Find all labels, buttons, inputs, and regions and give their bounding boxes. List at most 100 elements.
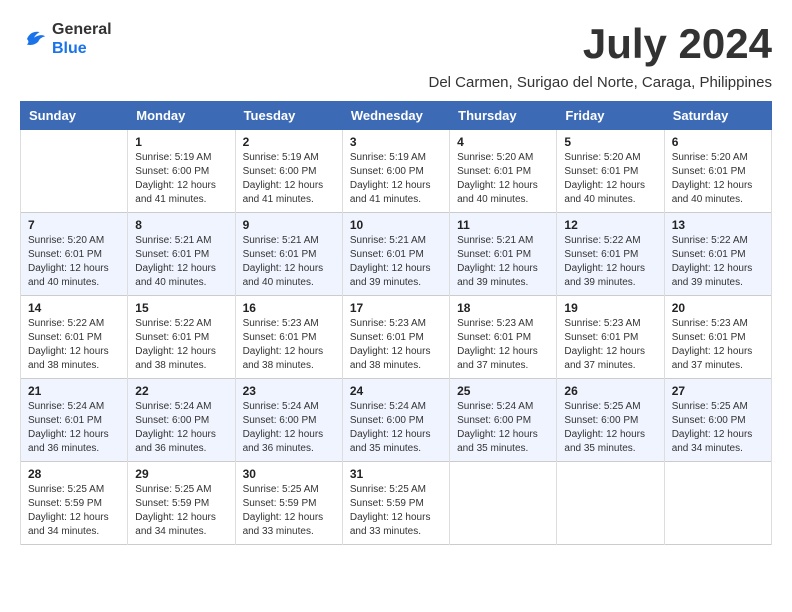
day-info: Sunrise: 5:19 AMSunset: 6:00 PMDaylight:… [350, 151, 442, 207]
calendar-cell [21, 130, 128, 213]
calendar-cell: 15 Sunrise: 5:22 AMSunset: 6:01 PMDayligh… [128, 296, 235, 379]
day-number: 10 [350, 218, 442, 232]
calendar-cell: 27 Sunrise: 5:25 AMSunset: 6:00 PMDayligh… [664, 379, 771, 462]
month-year-title: July 2024 [583, 20, 772, 68]
day-number: 27 [672, 384, 764, 398]
col-header-monday: Monday [128, 102, 235, 130]
day-info: Sunrise: 5:23 AMSunset: 6:01 PMDaylight:… [457, 317, 549, 373]
calendar-header-row: SundayMondayTuesdayWednesdayThursdayFrid… [21, 102, 772, 130]
header: General Blue July 2024 [20, 20, 772, 68]
day-info: Sunrise: 5:24 AMSunset: 6:00 PMDaylight:… [350, 400, 442, 456]
day-number: 8 [135, 218, 227, 232]
day-info: Sunrise: 5:21 AMSunset: 6:01 PMDaylight:… [457, 234, 549, 290]
calendar-cell: 31 Sunrise: 5:25 AMSunset: 5:59 PMDayligh… [342, 462, 449, 545]
calendar-cell: 14 Sunrise: 5:22 AMSunset: 6:01 PMDayligh… [21, 296, 128, 379]
day-number: 5 [564, 135, 656, 149]
calendar-cell: 23Sunrise: 5:24 AMSunset: 6:00 PMDayligh… [235, 379, 342, 462]
calendar-cell: 16Sunrise: 5:23 AMSunset: 6:01 PMDayligh… [235, 296, 342, 379]
day-info: Sunrise: 5:22 AMSunset: 6:01 PMDaylight:… [135, 317, 227, 373]
calendar-cell [557, 462, 664, 545]
day-number: 29 [135, 467, 227, 481]
day-number: 3 [350, 135, 442, 149]
logo-icon [20, 25, 48, 53]
day-number: 2 [243, 135, 335, 149]
calendar-cell: 8 Sunrise: 5:21 AMSunset: 6:01 PMDaylight… [128, 213, 235, 296]
col-header-friday: Friday [557, 102, 664, 130]
day-number: 28 [28, 467, 120, 481]
col-header-saturday: Saturday [664, 102, 771, 130]
col-header-sunday: Sunday [21, 102, 128, 130]
day-number: 30 [243, 467, 335, 481]
calendar-cell: 6Sunrise: 5:20 AMSunset: 6:01 PMDaylight… [664, 130, 771, 213]
calendar-cell: 21Sunrise: 5:24 AMSunset: 6:01 PMDayligh… [21, 379, 128, 462]
calendar-cell [450, 462, 557, 545]
day-info: Sunrise: 5:25 AMSunset: 5:59 PMDaylight:… [135, 483, 227, 539]
calendar-cell: 1Sunrise: 5:19 AMSunset: 6:00 PMDaylight… [128, 130, 235, 213]
calendar-table: SundayMondayTuesdayWednesdayThursdayFrid… [20, 101, 772, 545]
day-number: 14 [28, 301, 120, 315]
day-info: Sunrise: 5:23 AMSunset: 6:01 PMDaylight:… [243, 317, 335, 373]
calendar-cell: 28 Sunrise: 5:25 AMSunset: 5:59 PMDayligh… [21, 462, 128, 545]
calendar-cell: 2 Sunrise: 5:19 AMSunset: 6:00 PMDaylight… [235, 130, 342, 213]
day-number: 21 [28, 384, 120, 398]
day-info: Sunrise: 5:20 AMSunset: 6:01 PMDaylight:… [564, 151, 656, 207]
day-number: 4 [457, 135, 549, 149]
calendar-week-row: 1Sunrise: 5:19 AMSunset: 6:00 PMDaylight… [21, 130, 772, 213]
logo-text: General Blue [52, 20, 112, 58]
calendar-cell: 11 Sunrise: 5:21 AMSunset: 6:01 PMDayligh… [450, 213, 557, 296]
day-number: 17 [350, 301, 442, 315]
calendar-cell: 18 Sunrise: 5:23 AMSunset: 6:01 PMDayligh… [450, 296, 557, 379]
calendar-week-row: 28 Sunrise: 5:25 AMSunset: 5:59 PMDayligh… [21, 462, 772, 545]
calendar-week-row: 14 Sunrise: 5:22 AMSunset: 6:01 PMDayligh… [21, 296, 772, 379]
day-number: 23 [243, 384, 335, 398]
calendar-cell: 26 Sunrise: 5:25 AMSunset: 6:00 PMDayligh… [557, 379, 664, 462]
day-number: 25 [457, 384, 549, 398]
day-number: 7 [28, 218, 120, 232]
calendar-cell: 20 Sunrise: 5:23 AMSunset: 6:01 PMDayligh… [664, 296, 771, 379]
location-title: Del Carmen, Surigao del Norte, Caraga, P… [20, 74, 772, 91]
calendar-cell [664, 462, 771, 545]
day-info: Sunrise: 5:20 AMSunset: 6:01 PMDaylight:… [457, 151, 549, 207]
day-info: Sunrise: 5:25 AMSunset: 6:00 PMDaylight:… [672, 400, 764, 456]
day-info: Sunrise: 5:25 AMSunset: 5:59 PMDaylight:… [243, 483, 335, 539]
calendar-cell: 7 Sunrise: 5:20 AMSunset: 6:01 PMDaylight… [21, 213, 128, 296]
day-number: 18 [457, 301, 549, 315]
day-number: 6 [672, 135, 764, 149]
calendar-cell: 4 Sunrise: 5:20 AMSunset: 6:01 PMDaylight… [450, 130, 557, 213]
calendar-cell: 24 Sunrise: 5:24 AMSunset: 6:00 PMDayligh… [342, 379, 449, 462]
day-info: Sunrise: 5:21 AMSunset: 6:01 PMDaylight:… [350, 234, 442, 290]
day-info: Sunrise: 5:19 AMSunset: 6:00 PMDaylight:… [243, 151, 335, 207]
col-header-thursday: Thursday [450, 102, 557, 130]
day-number: 12 [564, 218, 656, 232]
day-number: 31 [350, 467, 442, 481]
day-number: 26 [564, 384, 656, 398]
day-number: 15 [135, 301, 227, 315]
day-info: Sunrise: 5:19 AMSunset: 6:00 PMDaylight:… [135, 151, 227, 207]
day-number: 19 [564, 301, 656, 315]
day-number: 13 [672, 218, 764, 232]
calendar-cell: 5 Sunrise: 5:20 AMSunset: 6:01 PMDaylight… [557, 130, 664, 213]
calendar-cell: 17 Sunrise: 5:23 AMSunset: 6:01 PMDayligh… [342, 296, 449, 379]
day-info: Sunrise: 5:23 AMSunset: 6:01 PMDaylight:… [672, 317, 764, 373]
day-info: Sunrise: 5:24 AMSunset: 6:00 PMDaylight:… [135, 400, 227, 456]
day-number: 24 [350, 384, 442, 398]
day-number: 20 [672, 301, 764, 315]
calendar-cell: 9Sunrise: 5:21 AMSunset: 6:01 PMDaylight… [235, 213, 342, 296]
calendar-cell: 25Sunrise: 5:24 AMSunset: 6:00 PMDayligh… [450, 379, 557, 462]
day-info: Sunrise: 5:25 AMSunset: 5:59 PMDaylight:… [350, 483, 442, 539]
day-info: Sunrise: 5:23 AMSunset: 6:01 PMDaylight:… [350, 317, 442, 373]
day-info: Sunrise: 5:25 AMSunset: 6:00 PMDaylight:… [564, 400, 656, 456]
calendar-cell: 19Sunrise: 5:23 AMSunset: 6:01 PMDayligh… [557, 296, 664, 379]
calendar-cell: 3 Sunrise: 5:19 AMSunset: 6:00 PMDaylight… [342, 130, 449, 213]
day-info: Sunrise: 5:25 AMSunset: 5:59 PMDaylight:… [28, 483, 120, 539]
calendar-cell: 29 Sunrise: 5:25 AMSunset: 5:59 PMDayligh… [128, 462, 235, 545]
calendar-cell: 13Sunrise: 5:22 AMSunset: 6:01 PMDayligh… [664, 213, 771, 296]
day-number: 9 [243, 218, 335, 232]
day-info: Sunrise: 5:20 AMSunset: 6:01 PMDaylight:… [28, 234, 120, 290]
day-info: Sunrise: 5:22 AMSunset: 6:01 PMDaylight:… [28, 317, 120, 373]
calendar-week-row: 21Sunrise: 5:24 AMSunset: 6:01 PMDayligh… [21, 379, 772, 462]
col-header-wednesday: Wednesday [342, 102, 449, 130]
day-info: Sunrise: 5:21 AMSunset: 6:01 PMDaylight:… [135, 234, 227, 290]
logo: General Blue [20, 20, 112, 58]
day-number: 11 [457, 218, 549, 232]
